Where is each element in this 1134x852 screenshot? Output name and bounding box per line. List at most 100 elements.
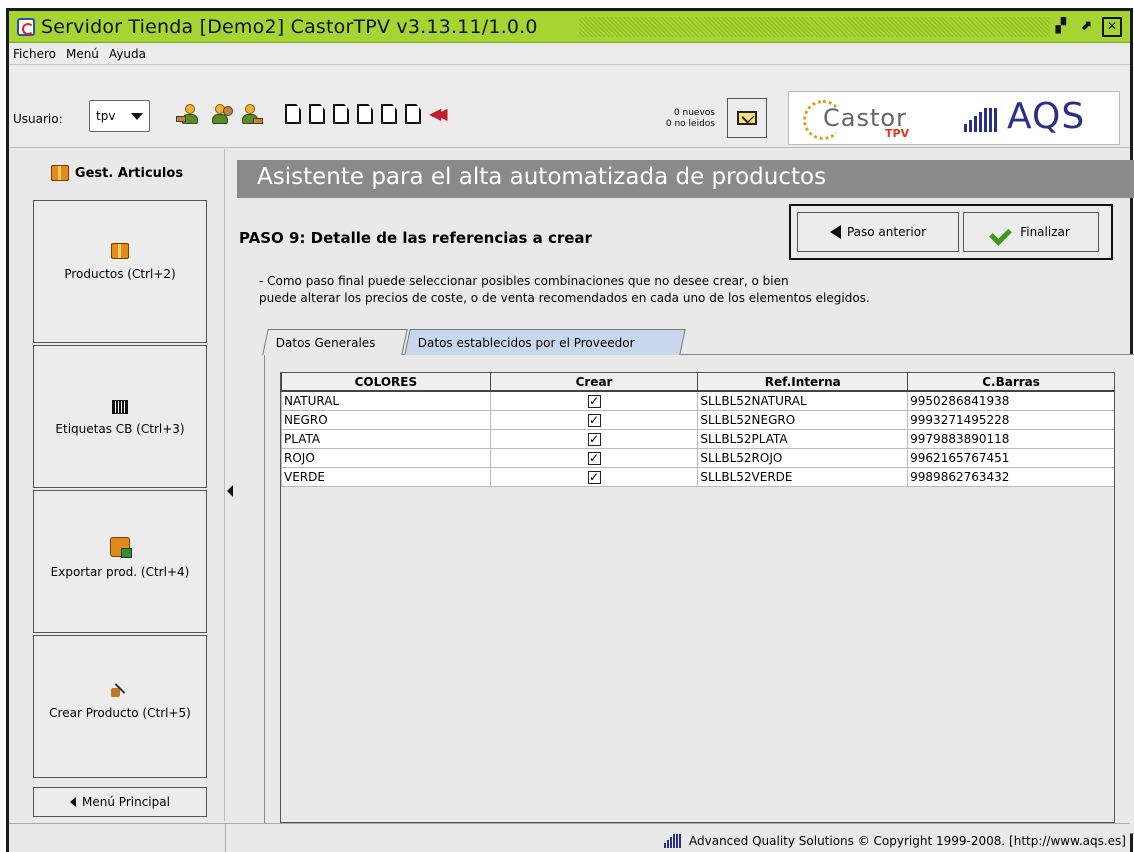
aqs-logo-bars-icon [964,108,1000,132]
user-select[interactable]: tpv [89,100,150,132]
arrow-left-icon [829,225,841,239]
crear-checkbox[interactable]: ✓ [587,394,601,408]
maximize-icon[interactable]: ⬈ [1076,17,1096,37]
chevron-down-icon [131,113,143,120]
cell-ref-interna[interactable]: SLLBL52PLATA [697,428,909,449]
sidebar-item-etiquetas[interactable]: Etiquetas CB (Ctrl+3) [33,345,207,488]
copyright-text: Advanced Quality Solutions © Copyright 1… [689,834,1126,848]
column-header-colores[interactable]: COLORES [281,373,491,392]
tab-datos-proveedor[interactable]: Datos establecidos por el Proveedor [404,329,686,355]
document-icon-6[interactable] [405,104,421,124]
arrow-left-icon [70,797,77,807]
references-table: COLORES Crear Ref.Interna C.Barras NATUR… [280,372,1115,823]
cell-color[interactable]: PLATA [281,428,491,449]
cell-color[interactable]: NEGRO [281,409,491,430]
app-icon[interactable] [17,18,35,36]
main-menu-button[interactable]: Menú Principal [33,787,207,817]
table-row[interactable]: NATURAL ✓ SLLBL52NATURAL 9950286841938 [281,390,1114,411]
table-header-row: COLORES Crear Ref.Interna C.Barras [281,373,1114,392]
menu-item-fichero[interactable]: Fichero [13,47,56,61]
mail-button[interactable] [727,98,767,138]
collapse-sidebar-icon[interactable] [227,485,233,497]
previous-step-button[interactable]: Paso anterior [797,212,959,252]
finish-label: Finalizar [1020,225,1070,239]
cell-color[interactable]: NATURAL [281,390,491,411]
sidebar-item-label: Crear Producto (Ctrl+5) [49,706,191,720]
step-description: - Como paso final puede seleccionar posi… [259,273,1059,307]
crear-checkbox[interactable]: ✓ [587,451,601,465]
crear-checkbox[interactable]: ✓ [587,470,601,484]
title-bar-pattern [579,17,1060,37]
users-group-icon[interactable] [209,104,235,126]
user-select-value: tpv [96,109,116,123]
status-divider [225,824,226,852]
description-line-2: puede alterar los precios de coste, o de… [259,291,870,305]
table-row[interactable]: PLATA ✓ SLLBL52PLATA 9979883890118 [281,428,1114,449]
wizard-nav: Paso anterior Finalizar [789,204,1113,260]
document-icon-3[interactable] [333,104,349,124]
cell-c-barras[interactable]: 9962165767451 [907,447,1114,468]
aqs-logo-text: AQS [1007,96,1086,137]
cell-ref-interna[interactable]: SLLBL52VERDE [697,466,909,487]
close-icon[interactable]: ✕ [1102,17,1122,37]
sidebar-item-label: Productos (Ctrl+2) [64,267,176,281]
barcode-icon [112,400,128,414]
user-label: Usuario: [13,112,63,126]
sidebar-item-exportar[interactable]: Exportar prod. (Ctrl+4) [33,490,207,633]
menu-item-menu[interactable]: Menú [66,47,99,61]
previous-step-label: Paso anterior [846,225,927,239]
crear-checkbox[interactable]: ✓ [587,413,601,427]
tab-label: Datos establecidos por el Proveedor [417,336,635,350]
sidebar: Gest. Articulos Productos (Ctrl+2) Etiqu… [9,149,225,821]
table-row[interactable]: NEGRO ✓ SLLBL52NEGRO 9993271495228 [281,409,1114,430]
cell-c-barras[interactable]: 9993271495228 [907,409,1114,430]
document-icon-5[interactable] [381,104,397,124]
user-transfer-icon[interactable] [239,104,265,126]
castor-logo-tpv: TPV [885,127,910,140]
title-bar[interactable]: Servidor Tienda [Demo2] CastorTPV v3.13.… [9,11,1130,43]
cell-c-barras[interactable]: 9979883890118 [907,428,1114,449]
finish-button[interactable]: Finalizar [963,212,1099,252]
app-window: Servidor Tienda [Demo2] CastorTPV v3.13.… [6,8,1134,852]
cell-color[interactable]: VERDE [281,466,491,487]
double-back-arrow-icon[interactable]: ◀◀ [429,104,451,126]
brand-logos: Castor TPV AQS [788,91,1120,145]
document-icon-4[interactable] [357,104,373,124]
sidebar-item-crear-producto[interactable]: Crear Producto (Ctrl+5) [33,635,207,778]
user-key-icon[interactable] [176,104,205,126]
document-icon-2[interactable] [309,104,325,124]
tab-label: Datos Generales [275,336,376,350]
envelope-icon [737,111,757,125]
cell-c-barras[interactable]: 9989862763432 [907,466,1114,487]
column-header-ref-interna[interactable]: Ref.Interna [697,373,909,392]
crear-checkbox[interactable]: ✓ [587,432,601,446]
export-icon [110,537,132,558]
window-controls: ▗▘ ⬈ ✕ [1050,17,1122,37]
messages-new: 0 nuevos [673,108,715,118]
document-icon-1[interactable] [285,104,301,124]
sidebar-header-label: Gest. Articulos [74,165,184,181]
copyright-notice: Advanced Quality Solutions © Copyright 1… [664,834,1126,848]
status-bar: Advanced Quality Solutions © Copyright 1… [9,823,1130,852]
column-header-c-barras[interactable]: C.Barras [907,373,1114,392]
menu-item-ayuda[interactable]: Ayuda [109,47,146,61]
table-row[interactable]: ROJO ✓ SLLBL52ROJO 9962165767451 [281,447,1114,468]
sidebar-item-label: Etiquetas CB (Ctrl+3) [55,422,185,436]
main-menu-label: Menú Principal [82,795,170,809]
column-header-crear[interactable]: Crear [489,373,699,392]
messages-counter: 0 nuevos 0 no leidos [637,108,715,130]
toolbar: Usuario: tpv ◀◀ 0 nuevos 0 no leidos Cas… [9,66,1130,148]
tab-datos-generales[interactable]: Datos Generales [262,329,408,355]
window-title: Servidor Tienda [Demo2] CastorTPV v3.13.… [41,16,538,38]
cell-ref-interna[interactable]: SLLBL52NEGRO [697,409,909,430]
cell-ref-interna[interactable]: SLLBL52ROJO [697,447,909,468]
aqs-bars-icon [664,834,681,848]
table-row[interactable]: VERDE ✓ SLLBL52VERDE 9989862763432 [281,466,1114,487]
minimize-icon[interactable]: ▗▘ [1050,17,1072,37]
cell-ref-interna[interactable]: SLLBL52NATURAL [697,390,909,411]
cell-color[interactable]: ROJO [281,447,491,468]
cell-c-barras[interactable]: 9950286841938 [907,390,1114,411]
wand-icon [109,680,131,698]
step-title: PASO 9: Detalle de las referencias a cre… [239,229,592,247]
sidebar-item-productos[interactable]: Productos (Ctrl+2) [33,200,207,343]
